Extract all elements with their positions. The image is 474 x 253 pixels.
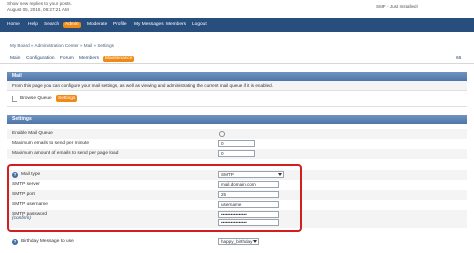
max-per-page-row: Maximum amount of emails to send per pag… bbox=[7, 149, 467, 159]
max-per-page-label: Maximum amount of emails to send per pag… bbox=[12, 151, 119, 156]
nav-profile[interactable]: Profile bbox=[113, 22, 127, 27]
nav-my-messages[interactable]: My Messages bbox=[134, 22, 164, 27]
max-per-minute-label: Maximum emails to send per minute bbox=[12, 141, 90, 146]
mail-type-select[interactable]: SMTP bbox=[218, 171, 284, 178]
smtp-password-confirm-label: (confirm) bbox=[12, 216, 31, 221]
enable-queue-checkbox[interactable] bbox=[219, 131, 225, 137]
tree-branch-icon bbox=[12, 96, 17, 102]
browse-queue-link[interactable]: Browse Queue bbox=[20, 96, 52, 101]
tab-forum[interactable]: Forum bbox=[60, 56, 74, 61]
smtp-password-input[interactable]: •••••••••••••••• bbox=[218, 211, 279, 218]
smtp-password-confirm-input[interactable]: •••••••••••••••• bbox=[218, 219, 279, 226]
smtp-username-input[interactable]: username bbox=[218, 201, 279, 208]
nav-moderate[interactable]: Moderate bbox=[87, 22, 107, 27]
settings-button[interactable]: Settings bbox=[56, 95, 78, 102]
subnav-count: 66 bbox=[456, 56, 462, 61]
max-per-minute-row: Maximum emails to send per minute 0 bbox=[7, 139, 467, 149]
chevron-down-icon bbox=[253, 240, 257, 243]
birthday-row: ? Birthday Message to use happy_birthday bbox=[7, 237, 467, 247]
mail-type-row: ? Mail type SMTP bbox=[7, 170, 467, 180]
enable-queue-row: Enable Mail Queue bbox=[7, 129, 467, 139]
nav-members[interactable]: Members bbox=[166, 22, 186, 27]
tab-main[interactable]: Main bbox=[10, 56, 20, 61]
mail-description: From this page you can configure your ma… bbox=[7, 81, 467, 91]
tab-maintenance[interactable]: Maintenance bbox=[103, 55, 135, 62]
help-icon[interactable]: ? bbox=[12, 239, 18, 245]
birthday-select[interactable]: happy_birthday bbox=[218, 238, 259, 245]
max-per-page-input[interactable]: 0 bbox=[218, 150, 255, 157]
smtp-port-row: SMTP port 25 bbox=[7, 190, 467, 200]
smtp-server-label: SMTP server bbox=[12, 182, 40, 187]
smtp-password-row: SMTP password (confirm) ••••••••••••••••… bbox=[7, 210, 467, 228]
mail-type-value: SMTP bbox=[221, 172, 234, 177]
mail-section-header: Mail bbox=[7, 72, 467, 81]
settings-section-header: Settings bbox=[7, 115, 467, 124]
nav-admin[interactable]: Admin bbox=[63, 21, 81, 28]
nav-help[interactable]: Help bbox=[28, 22, 38, 27]
nav-logout[interactable]: Logout bbox=[192, 22, 207, 27]
breadcrumb[interactable]: My Board » Administration Center » Mail … bbox=[10, 43, 114, 48]
smtp-server-input[interactable]: mail.domain.com bbox=[218, 181, 279, 188]
enable-queue-label: Enable Mail Queue bbox=[12, 131, 53, 136]
help-icon[interactable]: ? bbox=[12, 172, 18, 178]
tab-members[interactable]: Members bbox=[79, 56, 99, 61]
nav-home[interactable]: Home bbox=[7, 22, 20, 27]
current-date: August 05, 2015, 08:27:21 AM bbox=[7, 7, 69, 12]
nav-search[interactable]: Search bbox=[44, 22, 59, 27]
smtp-server-row: SMTP server mail.domain.com bbox=[7, 180, 467, 190]
smtp-username-row: SMTP username username bbox=[7, 200, 467, 210]
chevron-down-icon bbox=[278, 173, 282, 176]
tab-configuration[interactable]: Configuration bbox=[26, 56, 55, 61]
top-strip: Show new replies to your posts. August 0… bbox=[0, 0, 474, 18]
admin-subnav: Main Configuration Forum Members Mainten… bbox=[0, 52, 474, 64]
smtp-port-input[interactable]: 25 bbox=[218, 191, 279, 198]
birthday-value: happy_birthday bbox=[221, 239, 253, 244]
mail-type-label: Mail type bbox=[21, 172, 41, 177]
max-per-minute-input[interactable]: 0 bbox=[218, 140, 255, 147]
smtp-port-label: SMTP port bbox=[12, 192, 35, 197]
birthday-label: Birthday Message to use bbox=[21, 239, 74, 244]
notice-text: SMF - Just Installed! bbox=[376, 4, 418, 9]
welcome-text: Show new replies to your posts. August 0… bbox=[7, 1, 72, 13]
mail-actions: Browse Queue Settings bbox=[7, 91, 467, 107]
main-navbar: Home Help Search Admin Moderate Profile … bbox=[0, 18, 474, 32]
smtp-username-label: SMTP username bbox=[12, 202, 48, 207]
